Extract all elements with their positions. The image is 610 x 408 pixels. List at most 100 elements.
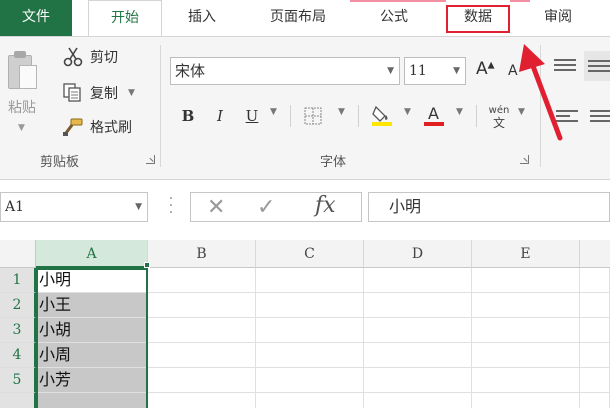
cell-d6[interactable]	[364, 393, 472, 408]
cell-d4[interactable]	[364, 343, 472, 368]
grow-font-button[interactable]: A▲	[476, 59, 495, 79]
cell-f2[interactable]	[580, 293, 610, 318]
fill-color-button[interactable]	[368, 103, 396, 129]
cell-f4[interactable]	[580, 343, 610, 368]
cell-d1[interactable]	[364, 268, 472, 293]
tab-page-layout[interactable]: 页面布局	[252, 0, 344, 36]
cancel-icon[interactable]: ✕	[207, 195, 225, 220]
fill-color-dropdown-icon[interactable]: ▼	[404, 107, 411, 117]
cell-a2[interactable]: 小王	[36, 293, 148, 318]
cell-e4[interactable]	[472, 343, 580, 368]
tab-file[interactable]: 文件	[0, 0, 72, 36]
font-size-combobox[interactable]: 11 ▼	[404, 57, 466, 85]
cell-d3[interactable]	[364, 318, 472, 343]
phonetic-dropdown-icon[interactable]: ▼	[518, 107, 525, 117]
tab-formulas[interactable]: 公式	[364, 0, 424, 36]
formula-bar: A1 ▼ · · · ✕ ✓ fx 小明	[0, 182, 610, 234]
bold-button[interactable]: B	[178, 103, 198, 129]
cell-f6[interactable]	[580, 393, 610, 408]
tab-review[interactable]: 审阅	[528, 0, 588, 36]
borders-button[interactable]	[300, 103, 326, 129]
cell-a5[interactable]: 小芳	[36, 368, 148, 393]
cell-a4[interactable]: 小周	[36, 343, 148, 368]
row-header-5[interactable]: 5	[0, 368, 36, 393]
font-color-dropdown-icon[interactable]: ▼	[456, 107, 463, 117]
cell-d2[interactable]	[364, 293, 472, 318]
cell-f1[interactable]	[580, 268, 610, 293]
cell-c2[interactable]	[256, 293, 364, 318]
enter-icon[interactable]: ✓	[257, 195, 275, 220]
insert-function-icon[interactable]: fx	[315, 193, 336, 218]
paste-dropdown-icon[interactable]: ▼	[18, 123, 25, 133]
cell-b6[interactable]	[148, 393, 256, 408]
row-header-4[interactable]: 4	[0, 343, 36, 368]
cell-c1[interactable]	[256, 268, 364, 293]
tab-data[interactable]: 数据	[446, 0, 510, 36]
copy-dropdown-icon[interactable]: ▼	[128, 88, 135, 98]
cell-d5[interactable]	[364, 368, 472, 393]
cell-c6[interactable]	[256, 393, 364, 408]
name-box-dropdown-icon[interactable]: ▼	[135, 193, 142, 221]
column-header-a[interactable]: A	[36, 240, 148, 268]
column-header-b[interactable]: B	[148, 240, 256, 268]
font-dialog-launcher-icon[interactable]	[520, 155, 529, 164]
shrink-font-button[interactable]: A	[508, 63, 518, 79]
clipboard-dialog-launcher-icon[interactable]	[146, 155, 155, 164]
name-box[interactable]: A1 ▼	[0, 192, 148, 222]
cell-e6[interactable]	[472, 393, 580, 408]
cell-b2[interactable]	[148, 293, 256, 318]
cell-e2[interactable]	[472, 293, 580, 318]
column-header-d[interactable]: D	[364, 240, 472, 268]
tab-home[interactable]: 开始	[88, 0, 162, 37]
fill-handle[interactable]	[144, 262, 150, 268]
column-header-e[interactable]: E	[472, 240, 580, 268]
underline-dropdown-icon[interactable]: ▼	[270, 107, 277, 117]
copy-button[interactable]: 复制 ▼	[62, 81, 135, 105]
cell-b3[interactable]	[148, 318, 256, 343]
font-color-button[interactable]: A	[422, 103, 446, 129]
align-center-icon[interactable]	[590, 109, 610, 125]
font-size-dropdown-icon[interactable]: ▼	[453, 58, 460, 84]
cell-e1[interactable]	[472, 268, 580, 293]
cell-a1[interactable]: 小明	[36, 268, 148, 293]
format-painter-label: 格式刷	[90, 120, 132, 136]
align-left-icon[interactable]	[556, 109, 578, 125]
column-header-c[interactable]: C	[256, 240, 364, 268]
formula-input[interactable]: 小明	[368, 192, 610, 222]
paste-icon[interactable]	[8, 51, 38, 91]
cell-f3[interactable]	[580, 318, 610, 343]
font-name-dropdown-icon[interactable]: ▼	[387, 58, 394, 84]
underline-button[interactable]: U	[242, 103, 262, 129]
phonetic-button[interactable]: wén 文	[484, 103, 514, 129]
borders-dropdown-icon[interactable]: ▼	[338, 107, 345, 117]
tab-insert[interactable]: 插入	[172, 0, 232, 36]
select-all-corner[interactable]	[0, 240, 36, 268]
paste-button[interactable]: 粘贴	[8, 97, 36, 117]
format-painter-button[interactable]: 格式刷	[62, 115, 132, 139]
row-header-3[interactable]: 3	[0, 318, 36, 343]
grow-font-icon: A	[476, 59, 488, 79]
cell-b1[interactable]	[148, 268, 256, 293]
name-box-value: A1	[5, 199, 25, 215]
font-name-combobox[interactable]: 宋体 ▼	[170, 57, 400, 85]
cell-a3[interactable]: 小胡	[36, 318, 148, 343]
align-top-icon[interactable]	[554, 57, 576, 73]
row-header-2[interactable]: 2	[0, 293, 36, 318]
italic-button[interactable]: I	[210, 103, 230, 129]
cell-e5[interactable]	[472, 368, 580, 393]
cut-button[interactable]: 剪切	[62, 45, 118, 69]
row-header-6[interactable]	[0, 393, 36, 408]
cell-b4[interactable]	[148, 343, 256, 368]
svg-text:A: A	[428, 104, 439, 123]
cell-a6[interactable]	[36, 393, 148, 408]
cell-c5[interactable]	[256, 368, 364, 393]
column-header-f[interactable]	[580, 240, 610, 268]
cell-c3[interactable]	[256, 318, 364, 343]
cell-f5[interactable]	[580, 368, 610, 393]
row-header-1[interactable]: 1	[0, 268, 36, 293]
cell-c4[interactable]	[256, 343, 364, 368]
formula-bar-grip-icon[interactable]: · · ·	[168, 192, 174, 220]
align-middle-button[interactable]	[584, 51, 610, 81]
cell-b5[interactable]	[148, 368, 256, 393]
cell-e3[interactable]	[472, 318, 580, 343]
